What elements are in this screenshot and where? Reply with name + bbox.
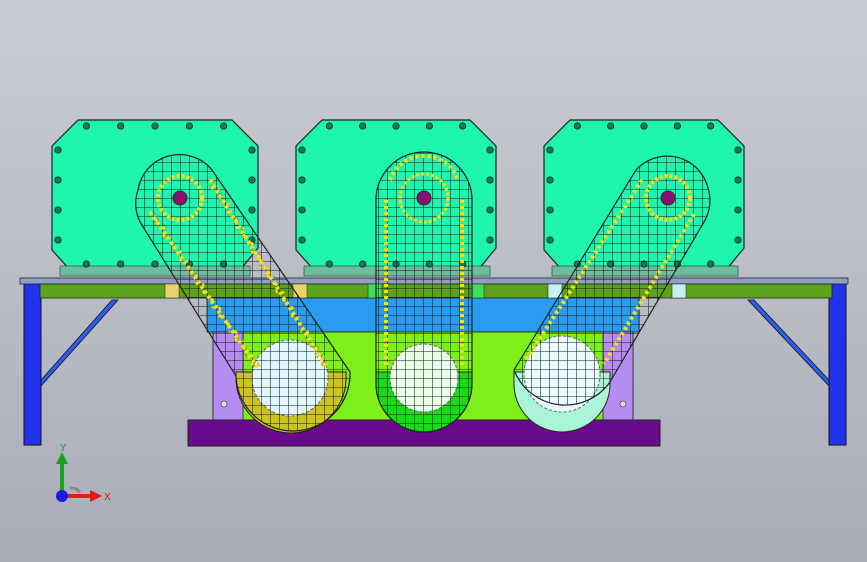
bolt-icon xyxy=(607,122,615,130)
bolt-icon xyxy=(248,176,256,184)
bolt-icon xyxy=(325,260,333,268)
bolt-icon xyxy=(734,176,742,184)
bolt-icon xyxy=(117,122,125,130)
bolt-icon xyxy=(673,122,681,130)
bolt-icon xyxy=(546,206,554,214)
bolt-icon xyxy=(117,260,125,268)
z-axis-icon xyxy=(56,490,68,502)
left-leg xyxy=(23,281,42,446)
bolt-icon xyxy=(640,122,648,130)
bolt-icon xyxy=(486,146,494,154)
right-brace xyxy=(747,299,830,388)
bolt-icon xyxy=(425,122,433,130)
bolt-icon xyxy=(707,260,715,268)
bolt-icon xyxy=(151,122,159,130)
bolt-icon xyxy=(82,122,90,130)
bolt-icon xyxy=(248,146,256,154)
x-axis-label: X xyxy=(104,492,111,503)
bolt-icon xyxy=(359,260,367,268)
bolt-icon xyxy=(546,176,554,184)
bolt-icon xyxy=(734,206,742,214)
bolt-icon xyxy=(359,122,367,130)
bolt-icon xyxy=(298,176,306,184)
cad-viewport[interactable] xyxy=(0,0,867,562)
bolt-icon xyxy=(54,146,62,154)
bolt-icon xyxy=(82,260,90,268)
bolt-icon xyxy=(298,236,306,244)
right-leg xyxy=(828,281,847,446)
chain-guard-center[interactable] xyxy=(375,151,473,433)
bolt-icon xyxy=(707,122,715,130)
coordinate-triad: Y X xyxy=(56,443,111,503)
bolt-icon xyxy=(151,260,159,268)
bolt-icon xyxy=(573,122,581,130)
bolt-icon xyxy=(734,146,742,154)
bolt-icon xyxy=(248,206,256,214)
bolt-icon xyxy=(298,206,306,214)
bolt-icon xyxy=(546,146,554,154)
bolt-icon xyxy=(54,206,62,214)
y-axis-label: Y xyxy=(59,443,67,454)
bolt-icon xyxy=(185,122,193,130)
bolt-icon xyxy=(734,236,742,244)
bolt-icon xyxy=(220,122,228,130)
bolt-icon xyxy=(392,122,400,130)
bolt-icon xyxy=(486,176,494,184)
left-brace xyxy=(40,299,119,388)
bolt-icon xyxy=(486,206,494,214)
bolt-icon xyxy=(54,176,62,184)
bolt-icon xyxy=(325,122,333,130)
bolt-icon xyxy=(298,146,306,154)
bolt-icon xyxy=(459,122,467,130)
bolt-icon xyxy=(546,236,554,244)
bolt-icon xyxy=(486,236,494,244)
bolt-icon xyxy=(54,236,62,244)
